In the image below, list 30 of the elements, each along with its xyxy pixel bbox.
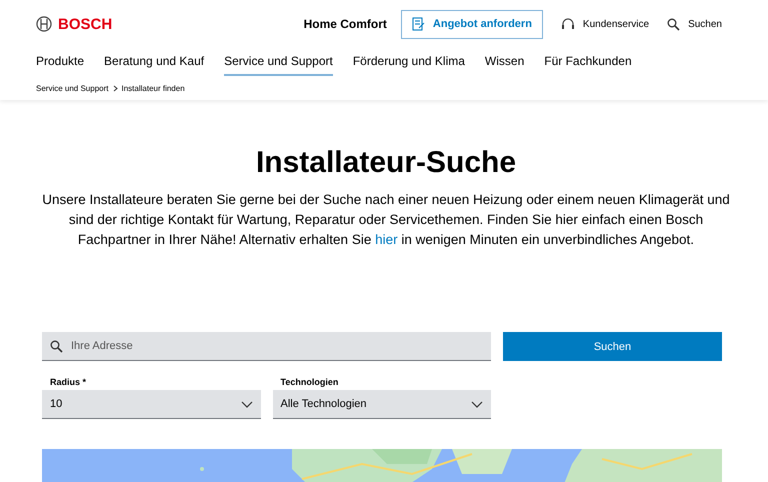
select-dropdown[interactable]: Alle Technologien: [272, 390, 491, 419]
offer-link[interactable]: hier: [375, 232, 398, 247]
brand-name: BOSCH: [58, 16, 112, 32]
nav-tab[interactable]: Service und Support: [224, 54, 333, 76]
breadcrumb-link[interactable]: Installateur finden: [122, 84, 185, 92]
select-label: Radius *: [49, 377, 88, 387]
header-title: Home Comfort: [304, 17, 387, 31]
chevron-right-icon: [112, 84, 118, 92]
customer-service-link[interactable]: Kundenservice: [560, 17, 650, 31]
select-dropdown[interactable]: 10: [42, 390, 260, 419]
chevron-down-icon: [240, 400, 252, 408]
logo-icon: [36, 16, 52, 32]
breadcrumb-link[interactable]: Service und Support: [36, 84, 108, 92]
chevron-down-icon: [471, 400, 483, 408]
search-button[interactable]: Suchen: [503, 332, 722, 361]
headset-icon: [560, 17, 575, 31]
quote-request-button[interactable]: Angebot anfordern: [400, 10, 543, 38]
address-field[interactable]: Ihre Adresse: [42, 332, 491, 361]
search-icon: [50, 340, 63, 353]
edit-document-icon: [412, 17, 425, 31]
nav-tab[interactable]: Beratung und Kauf: [104, 54, 204, 76]
nav-tab[interactable]: Produkte: [36, 54, 84, 76]
intro-text: Unsere Installateure beraten Sie gerne bei der Suche nach einer neuen Heizung oder einem neuen Klimagerät und sind der richtige Kontakt für Wartung, Reparatur oder Servicethemen. Finden Sie hier einfach einen Bosch Fachpartner in Ihrer Nähe! Alternativ erhalten Sie hier in wenigen Minuten ein unverbindliches Angebot.: [41, 191, 731, 249]
nav-tab[interactable]: Wissen: [484, 54, 524, 76]
search-icon: [667, 18, 680, 30]
search-link[interactable]: Suchen: [667, 18, 722, 30]
nav-tab[interactable]: Für Fachkunden: [544, 54, 632, 76]
nav-tab[interactable]: Förderung und Klima: [352, 54, 465, 76]
select-label: Technologien: [280, 377, 340, 387]
page-heading: Installateur-Suche: [256, 146, 516, 180]
